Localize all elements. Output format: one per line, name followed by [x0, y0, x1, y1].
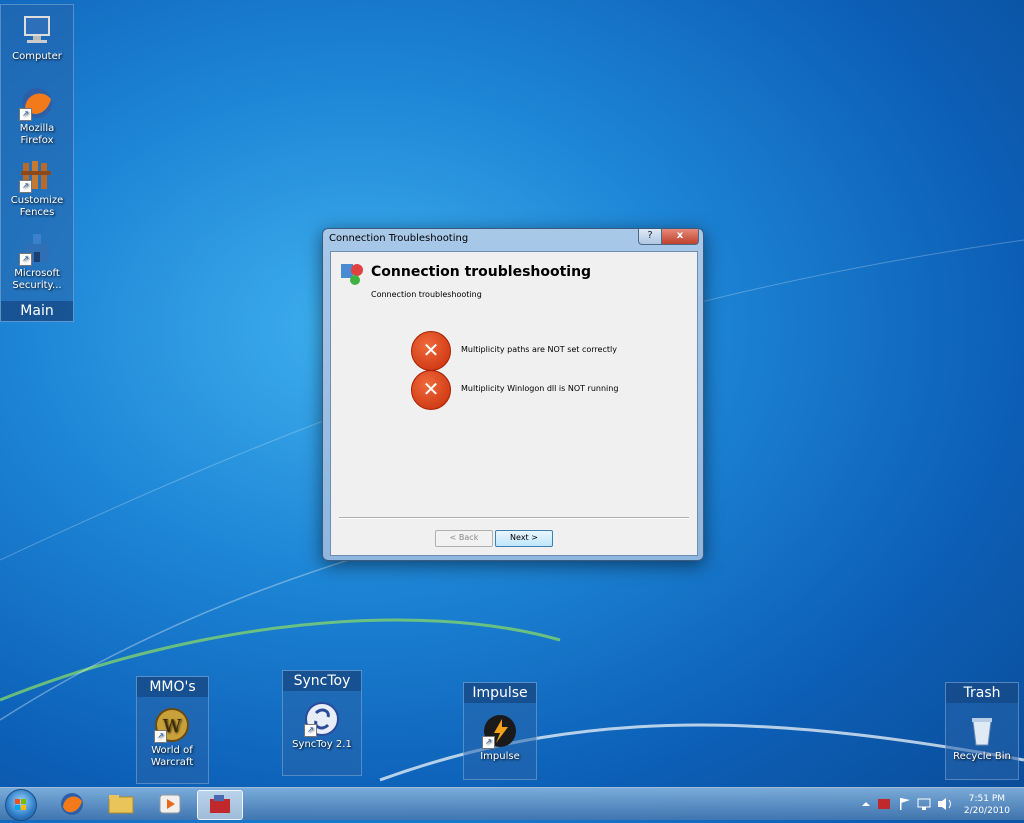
desktop-icon-synctoy[interactable]: ↗ SyncToy 2.1	[288, 701, 356, 751]
taskbar-media-player[interactable]	[148, 790, 192, 818]
shortcut-arrow-icon: ↗	[154, 730, 167, 743]
dialog-heading: Connection troubleshooting	[371, 264, 592, 280]
impulse-icon: ↗	[482, 713, 518, 749]
firefox-icon	[61, 793, 83, 815]
error-row: ✕ Multiplicity Winlogon dll is NOT runni…	[411, 370, 671, 410]
desktop-icon-recycle-bin[interactable]: Recycle Bin	[948, 713, 1016, 763]
icon-label: Recycle Bin	[953, 751, 1011, 762]
fence-synctoy[interactable]: SyncToy ↗ SyncToy 2.1	[282, 670, 362, 776]
network-icon[interactable]	[917, 798, 931, 810]
firefox-icon: ↗	[19, 85, 55, 121]
troubleshooting-app-icon	[210, 795, 230, 813]
connection-troubleshooting-dialog[interactable]: Connection Troubleshooting ? x Connectio…	[322, 228, 704, 561]
taskbar-firefox[interactable]	[50, 790, 94, 818]
close-button[interactable]: x	[661, 229, 699, 245]
icon-label: Impulse	[480, 751, 520, 762]
fences-icon: ↗	[19, 157, 55, 193]
taskbar-explorer[interactable]	[99, 790, 143, 818]
shortcut-arrow-icon: ↗	[19, 108, 32, 121]
error-row: ✕ Multiplicity paths are NOT set correct…	[411, 331, 671, 371]
system-tray	[858, 788, 958, 820]
computer-icon	[19, 13, 55, 49]
icon-label: Customize Fences	[10, 195, 64, 218]
help-button[interactable]: ?	[638, 229, 662, 245]
troubleshooting-icon	[339, 260, 365, 286]
desktop-icon-fences[interactable]: ↗ Customize Fences	[3, 157, 71, 219]
media-player-icon	[159, 794, 181, 814]
back-button[interactable]: < Back	[435, 530, 493, 547]
fence-title: Main	[1, 301, 73, 321]
icon-label: SyncToy 2.1	[292, 739, 352, 750]
fence-title: MMO's	[137, 677, 208, 697]
desktop-icon-impulse[interactable]: ↗ Impulse	[466, 713, 534, 763]
error-text: Multiplicity Winlogon dll is NOT running	[461, 384, 619, 393]
icon-label: Mozilla Firefox	[19, 123, 55, 146]
security-essentials-icon: ↗	[19, 230, 55, 266]
folder-icon	[108, 795, 134, 814]
shortcut-arrow-icon: ↗	[19, 253, 32, 266]
dialog-subheading: Connection troubleshooting	[371, 290, 482, 299]
clock-date: 2/20/2010	[963, 806, 1010, 816]
taskbar-clock[interactable]: 7:51 PM 2/20/2010	[964, 793, 1010, 817]
desktop-icon-computer[interactable]: Computer	[3, 13, 71, 63]
desktop-icon-security[interactable]: ↗ Microsoft Security...	[3, 230, 71, 292]
taskbar-troubleshooting-app[interactable]	[197, 790, 243, 820]
fence-title: SyncToy	[283, 671, 361, 691]
fence-title: Impulse	[464, 683, 536, 703]
clock-time: 7:51 PM	[968, 794, 1006, 804]
world-of-warcraft-icon: W ↗	[154, 707, 190, 743]
tray-app-icon[interactable]	[878, 799, 890, 809]
fence-main[interactable]: Computer ↗ Mozilla Firefox ↗ Customize F…	[0, 4, 74, 322]
windows-logo-icon	[15, 799, 26, 810]
error-text: Multiplicity paths are NOT set correctly	[461, 345, 617, 354]
icon-label: Microsoft Security...	[12, 268, 62, 291]
shortcut-arrow-icon: ↗	[19, 180, 32, 193]
show-hidden-icons-icon[interactable]	[862, 802, 870, 806]
shortcut-arrow-icon: ↗	[482, 736, 495, 749]
fence-impulse[interactable]: Impulse ↗ Impulse	[463, 682, 537, 780]
error-icon: ✕	[411, 331, 451, 371]
fence-title: Trash	[946, 683, 1018, 703]
icon-label: Computer	[12, 51, 62, 62]
synctoy-icon: ↗	[304, 701, 340, 737]
volume-icon[interactable]	[938, 798, 951, 810]
dialog-title: Connection Troubleshooting	[329, 233, 469, 244]
recycle-bin-icon	[964, 713, 1000, 749]
error-icon: ✕	[411, 370, 451, 410]
next-button[interactable]: Next >	[495, 530, 553, 547]
shortcut-arrow-icon: ↗	[304, 724, 317, 737]
fence-trash[interactable]: Trash Recycle Bin	[945, 682, 1019, 780]
action-center-flag-icon[interactable]	[900, 798, 910, 810]
footer-separator	[339, 517, 689, 519]
dialog-body: Connection troubleshooting Connection tr…	[330, 251, 698, 556]
taskbar: 7:51 PM 2/20/2010	[0, 787, 1024, 821]
desktop-icon-wow[interactable]: W ↗ World of Warcraft	[138, 707, 206, 769]
desktop-icon-firefox[interactable]: ↗ Mozilla Firefox	[3, 85, 71, 147]
start-button[interactable]	[5, 789, 37, 821]
fence-mmos[interactable]: MMO's W ↗ World of Warcraft	[136, 676, 209, 784]
icon-label: World of Warcraft	[150, 745, 194, 768]
